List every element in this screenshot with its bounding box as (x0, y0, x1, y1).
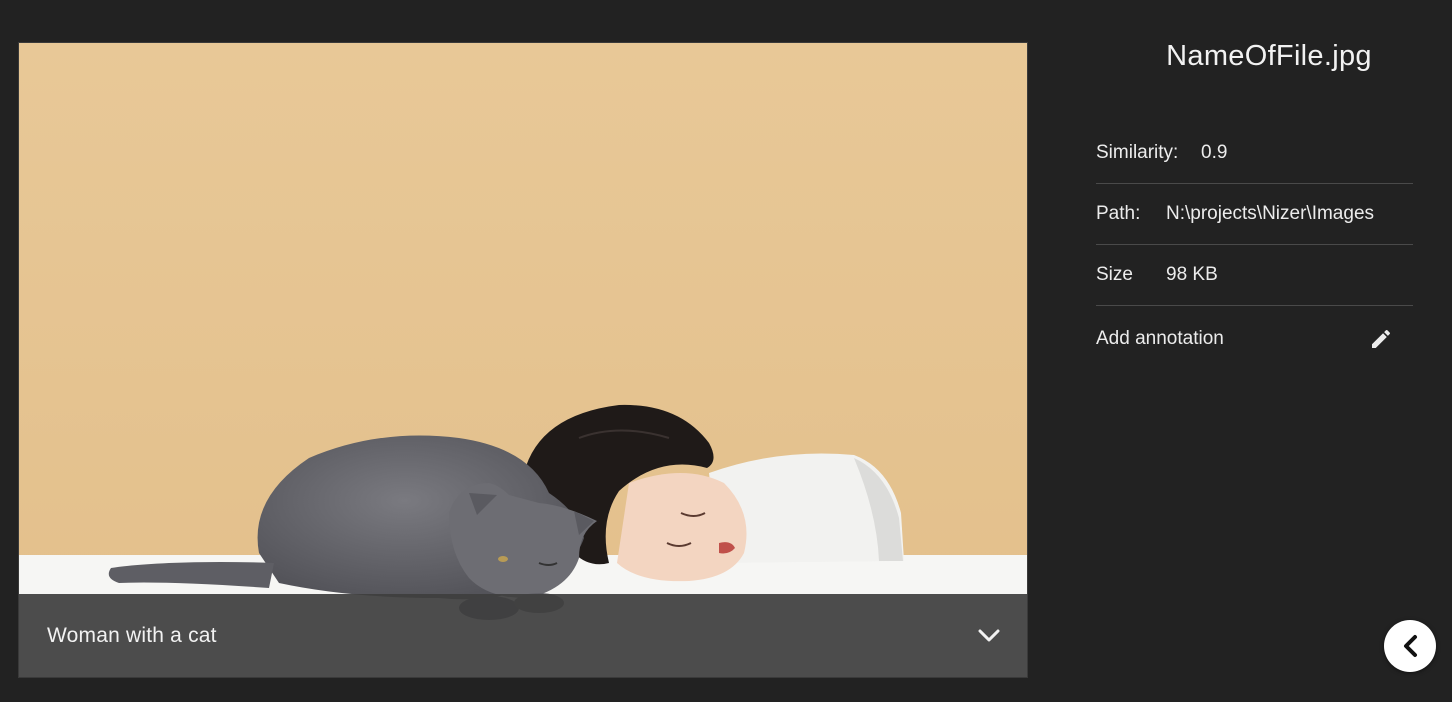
path-row: Path: N:\projects\Nizer\Images (1096, 184, 1413, 245)
size-value: 98 KB (1166, 264, 1218, 285)
similarity-label: Similarity: (1096, 142, 1179, 163)
chevron-down-icon[interactable] (975, 622, 1003, 650)
add-annotation-label: Add annotation (1096, 327, 1224, 349)
image-caption: Woman with a cat (47, 623, 217, 647)
image-viewer: Woman with a cat NameOfFile.jpg Similari… (0, 0, 1452, 702)
caption-bar[interactable]: Woman with a cat (19, 594, 1027, 677)
details-panel: NameOfFile.jpg Similarity: 0.9 Path: N:\… (1096, 0, 1413, 702)
file-name-title: NameOfFile.jpg (1166, 40, 1372, 72)
path-value: N:\projects\Nizer\Images (1166, 203, 1375, 224)
photo-woman-with-cat (19, 43, 1027, 677)
size-row: Size 98 KB (1096, 245, 1413, 306)
size-label: Size (1096, 264, 1133, 285)
collapse-panel-button[interactable] (1384, 620, 1436, 672)
similarity-value: 0.9 (1201, 142, 1228, 163)
photo-preview[interactable]: Woman with a cat (18, 42, 1028, 678)
path-label: Path: (1096, 203, 1141, 224)
similarity-row: Similarity: 0.9 (1096, 123, 1413, 184)
chevron-left-icon (1404, 635, 1417, 657)
pencil-icon[interactable] (1365, 323, 1397, 355)
add-annotation-row[interactable]: Add annotation (1096, 308, 1413, 369)
